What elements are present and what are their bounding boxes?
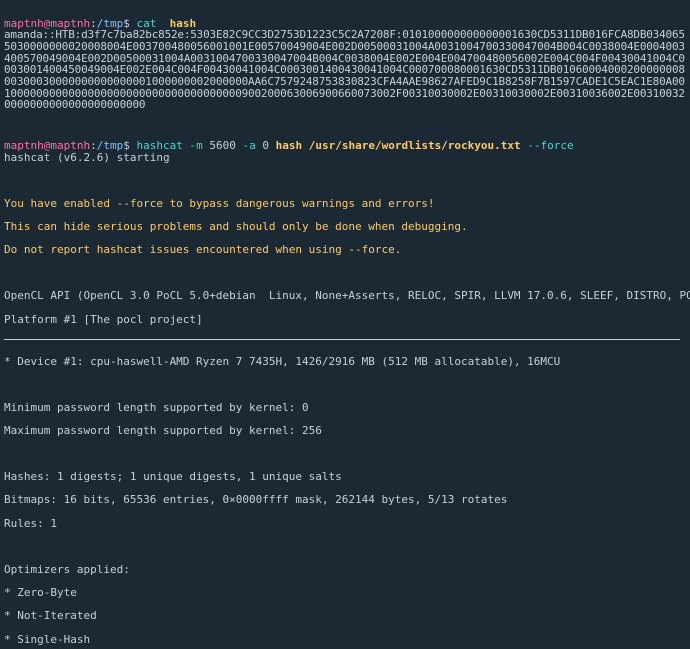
min-len: Minimum password length supported by ker… (4, 402, 686, 414)
wordlist-path: /usr/share/wordlists/rockyou.txt (309, 139, 521, 152)
start-line: hashcat (v6.2.6) starting (4, 152, 686, 164)
opencl-line-b: Platform #1 [The pocl project] (4, 314, 686, 326)
hash-dump: amanda::HTB:d3f7c7ba82bc852e:5303E82C9CC… (4, 29, 686, 111)
device-line: * Device #1: cpu-haswell-AMD Ryzen 7 743… (4, 356, 686, 368)
opt-single-hash: * Single-Hash (4, 634, 686, 646)
force-warn-1: You have enabled --force to bypass dange… (4, 198, 686, 210)
opencl-line-a: OpenCL API (OpenCL 3.0 PoCL 5.0+debian L… (4, 290, 686, 302)
force-warn-3: Do not report hashcat issues encountered… (4, 244, 686, 256)
bitmaps-line: Bitmaps: 16 bits, 65536 entries, 0×0000f… (4, 494, 686, 506)
divider-bar (4, 339, 680, 340)
opt-zero-byte: * Zero-Byte (4, 587, 686, 599)
terminal-area[interactable]: maptnh@maptnh:/tmp$ cat hash amanda::HTB… (0, 0, 690, 649)
force-warn-2: This can hide serious problems and shoul… (4, 221, 686, 233)
rules-line: Rules: 1 (4, 518, 686, 530)
opt-not-iterated: * Not-Iterated (4, 610, 686, 622)
hashes-line: Hashes: 1 digests; 1 unique digests, 1 u… (4, 471, 686, 483)
optimizers-header: Optimizers applied: (4, 564, 686, 576)
max-len: Maximum password length supported by ker… (4, 425, 686, 437)
